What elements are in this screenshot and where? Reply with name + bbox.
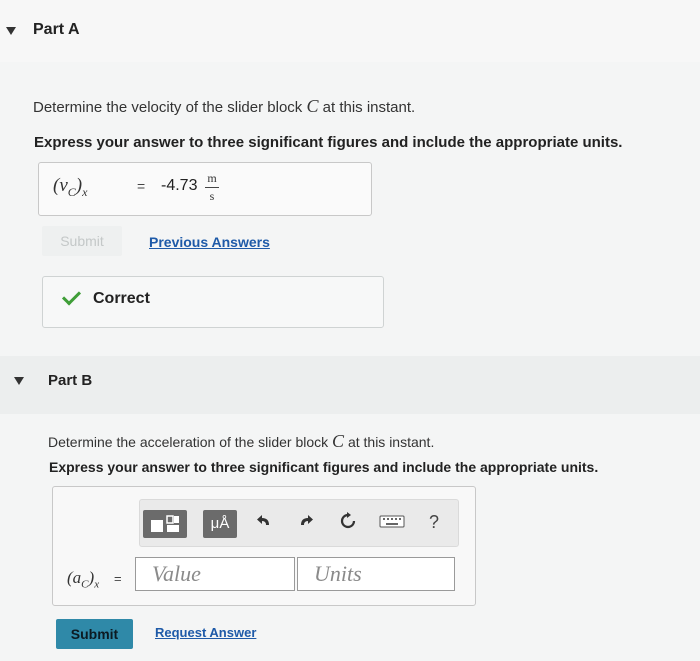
units-symbol-button[interactable]: μÅ (203, 510, 237, 538)
question-end: at this instant. (322, 99, 416, 116)
value-input[interactable] (135, 557, 295, 591)
redo-icon[interactable] (294, 512, 318, 535)
question-text: Determine the acceleration of the slider… (48, 434, 329, 450)
template-button[interactable] (143, 510, 187, 538)
part-a-question: Determine the velocity of the slider blo… (33, 96, 415, 117)
undo-icon[interactable] (252, 512, 276, 535)
math-toolbar: μÅ ? (139, 499, 459, 547)
question-text: Determine the velocity of the slider blo… (33, 99, 303, 116)
answer-unit: m s (205, 171, 219, 204)
part-b-instruction: Express your answer to three significant… (49, 459, 599, 475)
part-a-title: Part A (33, 21, 80, 38)
question-variable: C (306, 96, 319, 116)
checkmark-icon (61, 286, 82, 306)
feedback-box: Correct (42, 276, 384, 328)
reset-icon[interactable] (336, 512, 360, 535)
help-icon[interactable]: ? (422, 512, 446, 533)
part-b-header[interactable] (0, 356, 700, 414)
submit-button-disabled[interactable]: Submit (42, 226, 122, 256)
answer-label: (vC)x (53, 175, 88, 199)
request-answer-link[interactable]: Request Answer (155, 625, 256, 640)
question-end: at this instant. (347, 434, 435, 450)
part-b-answer-box: μÅ ? (aC)x = (52, 486, 476, 606)
part-a-header[interactable] (0, 0, 700, 62)
keyboard-icon[interactable] (378, 512, 406, 535)
submit-button[interactable]: Submit (56, 619, 133, 649)
template-icon (151, 515, 179, 532)
unit-numerator: m (207, 171, 217, 185)
part-a-answer-box: (vC)x = -4.73 m s (38, 162, 372, 216)
feedback-text: Correct (93, 290, 150, 307)
equals-sign: = (137, 178, 146, 194)
unit-denominator: s (209, 189, 215, 203)
collapse-triangle-icon[interactable] (6, 27, 16, 35)
part-b-title: Part B (48, 372, 93, 389)
part-a-instruction: Express your answer to three significant… (34, 134, 623, 151)
units-input[interactable] (297, 557, 455, 591)
answer-label: (aC)x (67, 568, 100, 591)
collapse-triangle-icon[interactable] (14, 377, 24, 385)
question-variable: C (332, 431, 345, 451)
equals-sign: = (114, 571, 122, 586)
part-b-question: Determine the acceleration of the slider… (48, 431, 434, 452)
previous-answers-link[interactable]: Previous Answers (149, 234, 270, 250)
answer-value: -4.73 (161, 177, 198, 194)
